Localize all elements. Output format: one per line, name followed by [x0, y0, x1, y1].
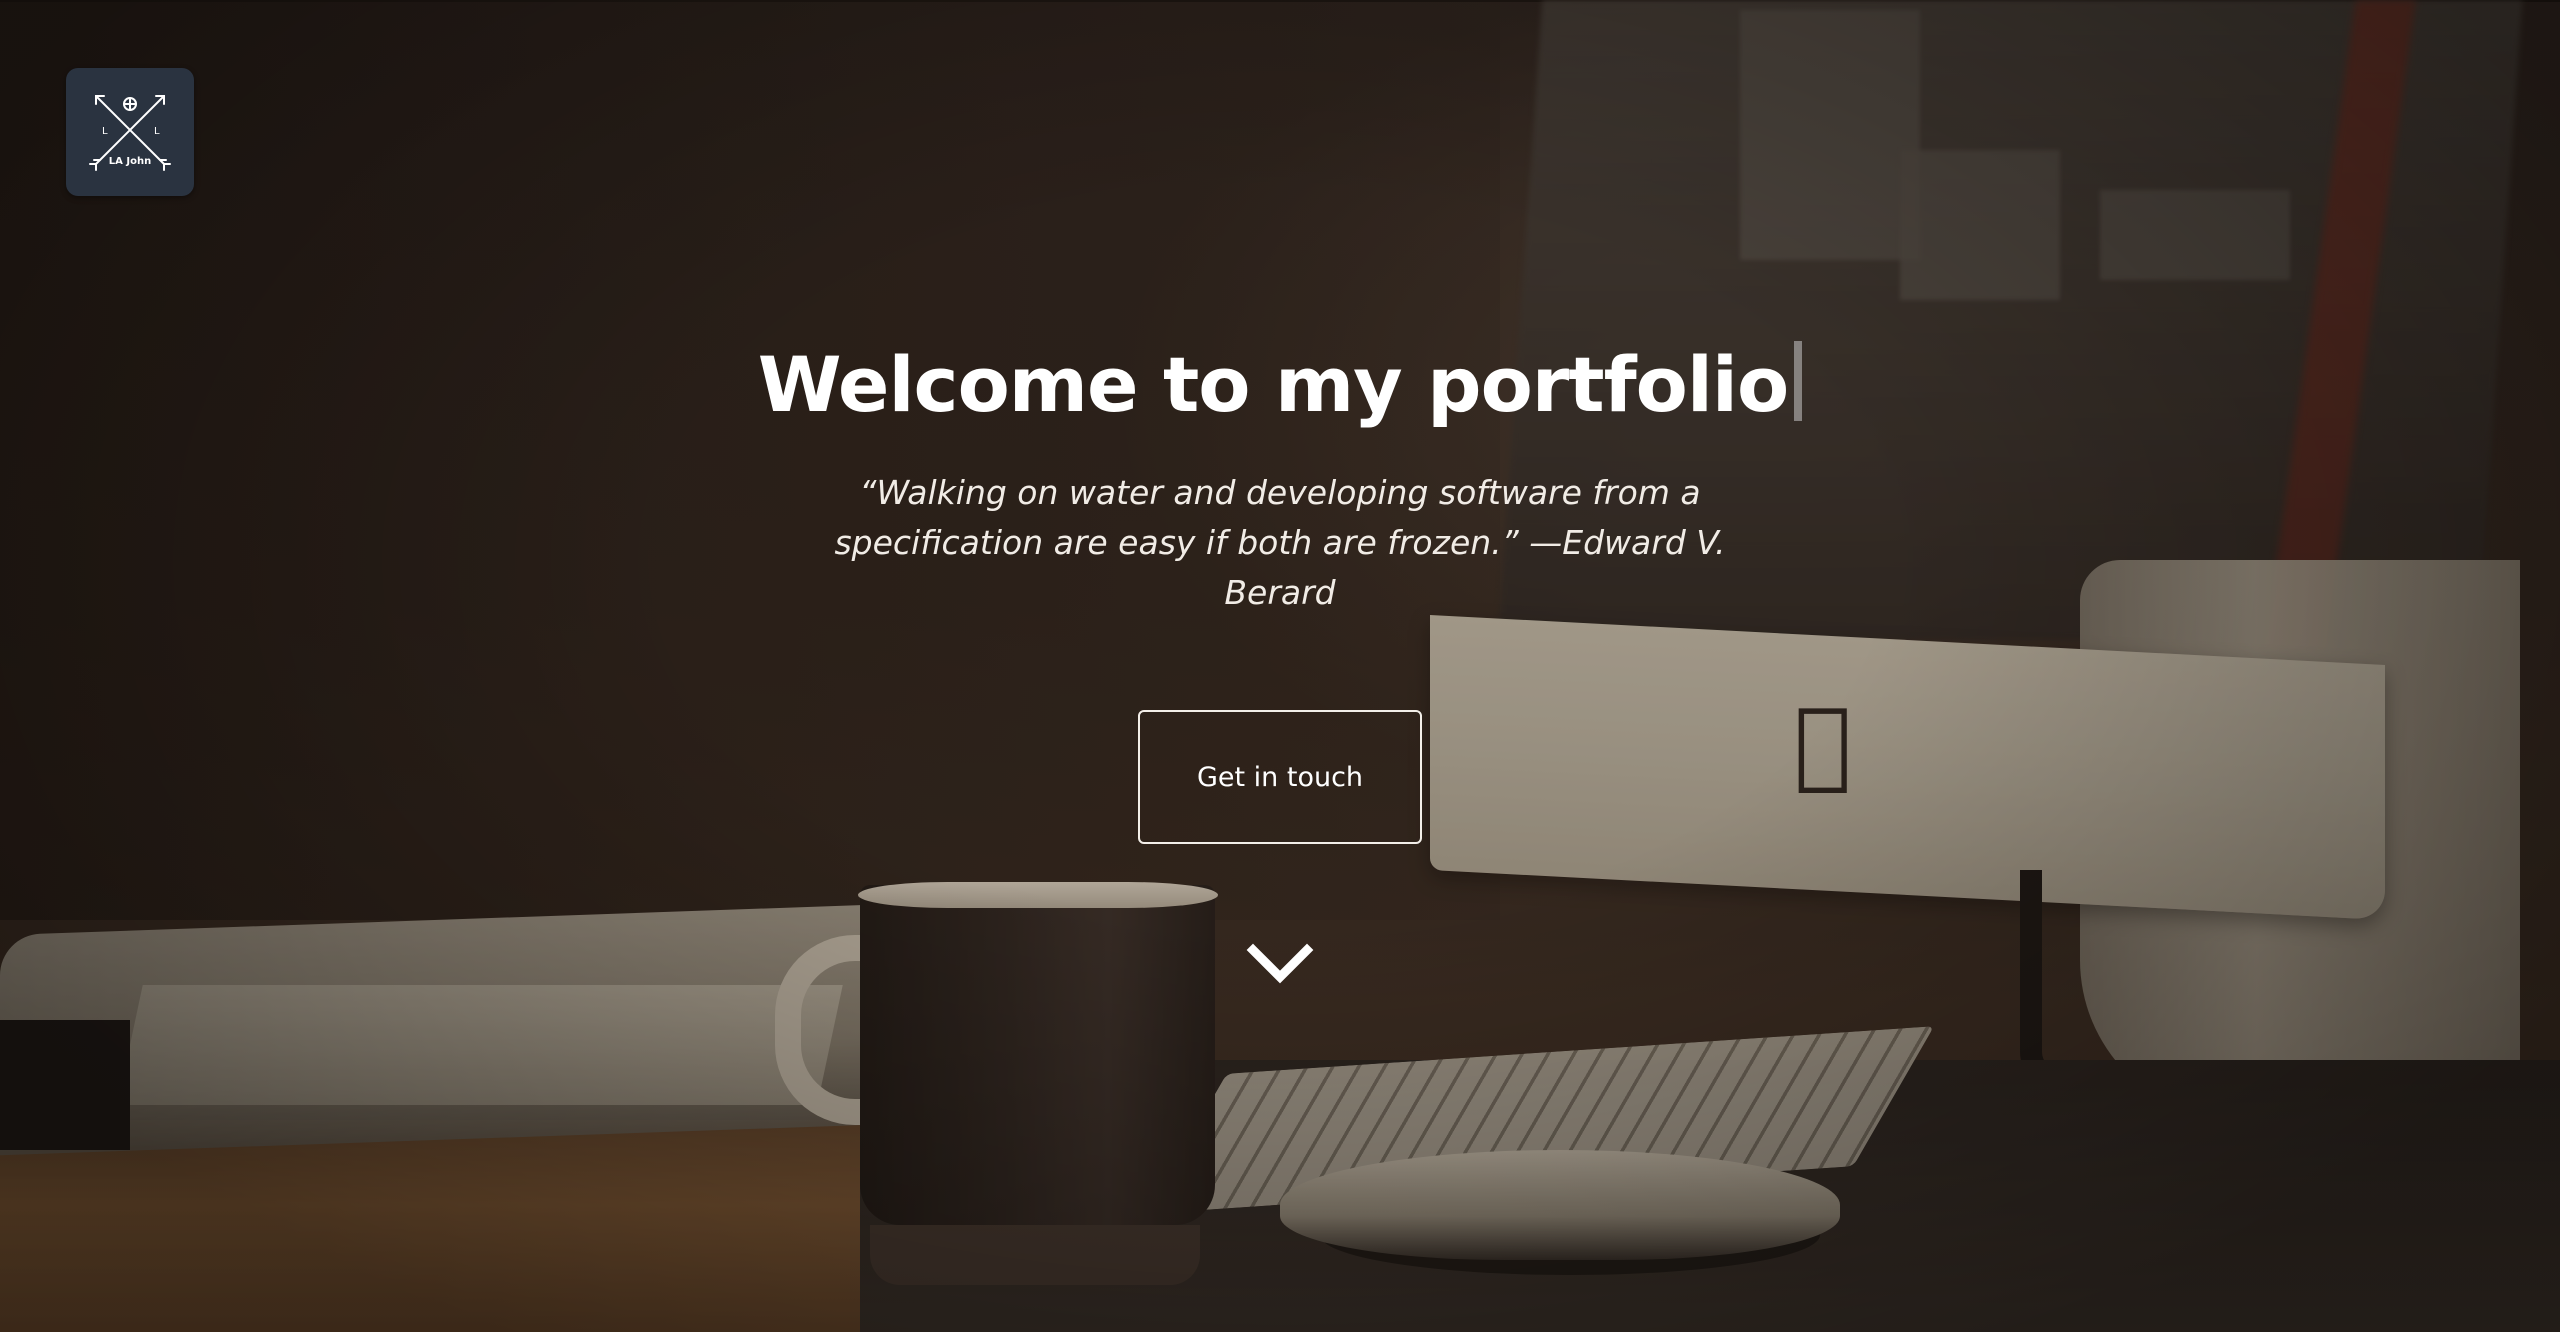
page-title-text: Welcome to my portfolio	[757, 340, 1789, 429]
page-title: Welcome to my portfolio	[757, 330, 1803, 440]
logo-side-letter-left: L	[102, 126, 108, 137]
background-notebook-page	[117, 985, 843, 1105]
background-mug-rim	[858, 882, 1218, 908]
background-dark-object	[0, 1020, 130, 1150]
background-stand-neck	[2020, 870, 2102, 1092]
background-monitor-chin	[1430, 614, 2385, 921]
hero-content: Welcome to my portfolio “Walking on wate…	[0, 330, 2560, 618]
background-screen-block	[1900, 150, 2060, 300]
hero-section:  L	[0, 0, 2560, 1332]
background-mug-base	[870, 1225, 1200, 1285]
background-mug	[860, 885, 1215, 1225]
apple-logo-icon: 	[1794, 688, 1852, 798]
background-screen-block	[2100, 190, 2290, 280]
background-screen-block	[1740, 10, 1920, 260]
get-in-touch-button[interactable]: Get in touch	[1138, 710, 1422, 844]
logo-text: LA John	[108, 156, 152, 167]
typing-cursor	[1794, 341, 1803, 421]
logo-side-letter-right: L	[154, 126, 160, 137]
scroll-down-button[interactable]	[1245, 940, 1315, 990]
background-mouse	[1280, 1150, 1840, 1260]
crossed-arrows-globe-icon: L L	[89, 95, 171, 171]
chevron-down-icon	[1246, 943, 1314, 984]
hero-quote: “Walking on water and developing softwar…	[834, 473, 1726, 612]
site-logo[interactable]: L L LA John	[66, 68, 194, 196]
